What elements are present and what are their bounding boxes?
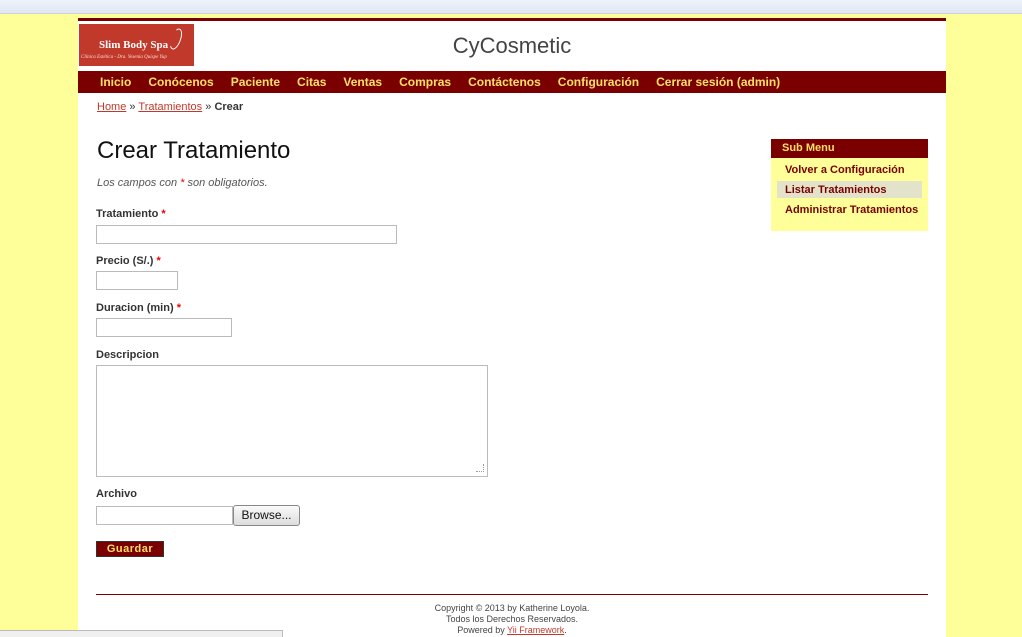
menu-item-ventas[interactable]: Ventas (343, 75, 382, 89)
required-note: Los campos con * son obligatorios. (97, 177, 268, 189)
required-star: * (180, 177, 185, 189)
note-after: son obligatorios. (187, 177, 268, 189)
menu-item-compras[interactable]: Compras (399, 75, 451, 89)
sub-menu: Sub Menu Volver a Configuración Listar T… (771, 139, 928, 231)
page-container: Slim Body Spa Clínica Estética - Dra. Ye… (78, 18, 946, 637)
footer-yii-link[interactable]: Yii Framework (507, 625, 564, 635)
duracion-label-text: Duracion (min) (96, 302, 174, 314)
main-menu: Inicio Conócenos Paciente Citas Ventas C… (78, 71, 946, 93)
breadcrumb: Home » Tratamientos » Crear (97, 101, 243, 113)
page-title: Crear Tratamiento (97, 137, 291, 164)
menu-item-citas[interactable]: Citas (297, 75, 326, 89)
note-before: Los campos con (97, 177, 178, 189)
browser-top-strip (0, 0, 1022, 14)
precio-label-text: Precio (S/.) (96, 255, 154, 267)
required-star: * (156, 255, 161, 267)
footer-powered-suffix: . (564, 625, 567, 635)
footer-copyright: Copyright © 2013 by Katherine Loyola. (434, 603, 590, 613)
tratamiento-label: Tratamiento * (96, 208, 166, 220)
sub-menu-listar-tratamientos[interactable]: Listar Tratamientos (777, 181, 922, 198)
required-star: * (161, 208, 166, 220)
sub-menu-title: Sub Menu (771, 139, 928, 158)
tratamiento-label-text: Tratamiento (96, 208, 159, 220)
precio-label: Precio (S/.) * (96, 255, 161, 267)
menu-item-contactenos[interactable]: Contáctenos (468, 75, 541, 89)
breadcrumb-tratamientos[interactable]: Tratamientos (138, 101, 202, 113)
menu-item-configuracion[interactable]: Configuración (558, 75, 639, 89)
breadcrumb-separator: » (129, 101, 136, 113)
descripcion-label: Descripcion (96, 349, 159, 361)
archivo-file-input[interactable] (96, 506, 233, 525)
breadcrumb-home[interactable]: Home (97, 101, 126, 113)
archivo-label: Archivo (96, 488, 137, 500)
menu-item-inicio[interactable]: Inicio (100, 75, 131, 89)
footer-divider (96, 594, 928, 595)
resize-grip-icon[interactable] (476, 464, 484, 472)
required-star: * (176, 302, 181, 314)
descripcion-textarea[interactable] (96, 365, 488, 477)
sub-menu-volver-configuracion[interactable]: Volver a Configuración (777, 161, 922, 178)
breadcrumb-separator: » (205, 101, 212, 113)
precio-input[interactable] (96, 271, 178, 290)
site-title: CyCosmetic (452, 33, 572, 58)
menu-item-conocenos[interactable]: Conócenos (148, 75, 213, 89)
duracion-input[interactable] (96, 318, 232, 337)
duracion-label: Duracion (min) * (96, 302, 181, 314)
menu-item-paciente[interactable]: Paciente (231, 75, 280, 89)
menu-item-cerrar-sesion[interactable]: Cerrar sesión (admin) (656, 75, 780, 89)
footer-rights: Todos los Derechos Reservados. (445, 614, 579, 624)
footer-powered-prefix: Powered by (457, 625, 505, 635)
header: Slim Body Spa Clínica Estética - Dra. Ye… (78, 21, 946, 71)
save-button[interactable]: Guardar (96, 541, 164, 557)
breadcrumb-current: Crear (214, 101, 244, 113)
tratamiento-input[interactable] (96, 225, 397, 244)
sub-menu-administrar-tratamientos[interactable]: Administrar Tratamientos (777, 201, 922, 218)
browse-button[interactable]: Browse... (233, 505, 300, 526)
browser-status-bar (0, 630, 283, 637)
